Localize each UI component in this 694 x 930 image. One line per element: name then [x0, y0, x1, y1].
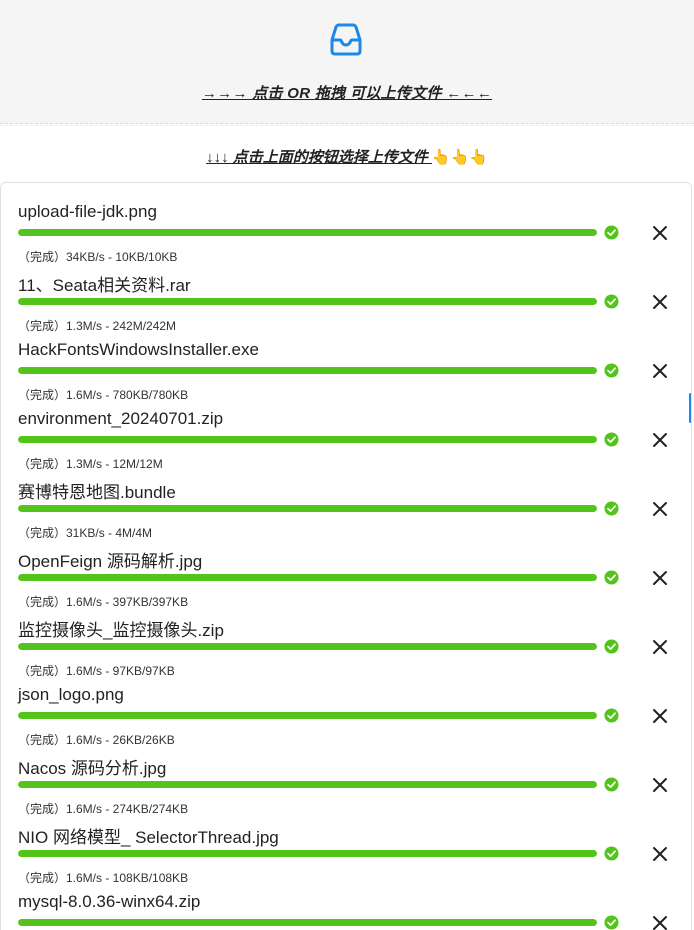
progress-fill [18, 229, 597, 236]
progress-fill [18, 436, 597, 443]
file-status: （完成）31KB/s - 4M/4M [18, 526, 153, 540]
close-icon[interactable] [651, 500, 669, 518]
file-name: 监控摄像头_监控摄像头.zip [18, 621, 224, 640]
progress-bar [18, 781, 597, 788]
progress-bar [18, 919, 597, 926]
file-status: （完成）1.6M/s - 26KB/26KB [18, 733, 175, 747]
check-circle-icon [604, 570, 619, 585]
file-name: json_logo.png [18, 685, 124, 704]
file-item: 11、Seata相关资料.rar （完成）1.3M/s - 242M/242M [1, 271, 691, 340]
file-status: （完成）1.3M/s - 12M/12M [18, 457, 163, 471]
upload-page: →→→ 点击 OR 拖拽 可以上传文件 ←←← ↓↓↓ 点击上面的按钮选择上传文… [0, 0, 694, 930]
close-icon[interactable] [651, 569, 669, 587]
progress-bar [18, 643, 597, 650]
close-icon[interactable] [651, 362, 669, 380]
hint-text: ↓↓↓ 点击上面的按钮选择上传文件 👆👆👆 [0, 146, 694, 167]
check-circle-icon [604, 363, 619, 378]
check-circle-icon [604, 501, 619, 516]
file-status: （完成）1.6M/s - 97KB/97KB [18, 664, 175, 678]
check-circle-icon [604, 639, 619, 654]
check-circle-icon [604, 225, 619, 240]
file-status: （完成）1.6M/s - 397KB/397KB [18, 595, 189, 609]
check-circle-icon [604, 777, 619, 792]
file-status: （完成）1.6M/s - 274KB/274KB [18, 802, 189, 816]
close-icon[interactable] [651, 293, 669, 311]
file-item: mysql-8.0.36-winx64.zip [1, 892, 691, 930]
check-circle-icon [604, 294, 619, 309]
progress-bar [18, 229, 597, 236]
file-name: upload-file-jdk.png [18, 202, 157, 221]
close-icon[interactable] [651, 638, 669, 656]
progress-fill [18, 574, 597, 581]
progress-fill [18, 712, 597, 719]
file-item: environment_20240701.zip （完成）1.3M/s - 12M… [1, 409, 691, 478]
file-name: OpenFeign 源码解析.jpg [18, 552, 203, 571]
progress-bar [18, 436, 597, 443]
file-item: 赛博特恩地图.bundle （完成）31KB/s - 4M/4M [1, 478, 691, 547]
file-item: OpenFeign 源码解析.jpg （完成）1.6M/s - 397KB/397… [1, 547, 691, 616]
progress-fill [18, 781, 597, 788]
progress-fill [18, 643, 597, 650]
file-name: mysql-8.0.36-winx64.zip [18, 892, 201, 911]
file-item: upload-file-jdk.png （完成）34KB/s - 10KB/10K… [1, 202, 691, 271]
file-name: environment_20240701.zip [18, 409, 224, 428]
file-name: 11、Seata相关资料.rar [18, 276, 191, 295]
progress-fill [18, 919, 597, 926]
progress-bar [18, 298, 597, 305]
file-name: NIO 网络模型_ SelectorThread.jpg [18, 828, 279, 847]
hint-bar: ↓↓↓ 点击上面的按钮选择上传文件 👆👆👆 [0, 125, 694, 182]
file-name: 赛博特恩地图.bundle [18, 483, 176, 502]
close-icon[interactable] [651, 845, 669, 863]
file-status: （完成）1.6M/s - 780KB/780KB [18, 388, 189, 402]
progress-bar [18, 574, 597, 581]
check-circle-icon [604, 432, 619, 447]
progress-bar [18, 367, 597, 374]
file-item: Nacos 源码分析.jpg （完成）1.6M/s - 274KB/274KB [1, 754, 691, 823]
inbox-icon [330, 23, 362, 56]
file-status: （完成）1.6M/s - 108KB/108KB [18, 871, 189, 885]
file-list[interactable]: upload-file-jdk.png （完成）34KB/s - 10KB/10K… [0, 182, 692, 930]
progress-fill [18, 850, 597, 857]
dropzone-text: →→→ 点击 OR 拖拽 可以上传文件 ←←← [201, 85, 493, 102]
file-item: NIO 网络模型_ SelectorThread.jpg （完成）1.6M/s -… [1, 823, 691, 892]
file-item: 监控摄像头_监控摄像头.zip （完成）1.6M/s - 97KB/97KB [1, 616, 691, 685]
file-status: （完成）1.3M/s - 242M/242M [18, 319, 177, 333]
progress-bar [18, 850, 597, 857]
progress-fill [18, 505, 597, 512]
progress-bar [18, 505, 597, 512]
close-icon[interactable] [651, 431, 669, 449]
file-item: json_logo.png （完成）1.6M/s - 26KB/26KB [1, 685, 691, 754]
hint-label: ↓↓↓ 点击上面的按钮选择上传文件 [206, 149, 432, 166]
close-icon[interactable] [651, 914, 669, 930]
close-icon[interactable] [651, 776, 669, 794]
check-circle-icon [604, 915, 619, 930]
close-icon[interactable] [651, 707, 669, 725]
file-name: HackFontsWindowsInstaller.exe [18, 340, 259, 359]
file-name: Nacos 源码分析.jpg [18, 759, 167, 778]
upload-dropzone[interactable]: →→→ 点击 OR 拖拽 可以上传文件 ←←← [0, 0, 694, 124]
pointing-up-icon: 👆👆👆 [431, 149, 488, 166]
progress-fill [18, 298, 597, 305]
check-circle-icon [604, 708, 619, 723]
file-item: HackFontsWindowsInstaller.exe （完成）1.6M/s … [1, 340, 691, 409]
check-circle-icon [604, 846, 619, 861]
progress-fill [18, 367, 597, 374]
file-status: （完成）34KB/s - 10KB/10KB [18, 250, 178, 264]
close-icon[interactable] [651, 224, 669, 242]
progress-bar [18, 712, 597, 719]
